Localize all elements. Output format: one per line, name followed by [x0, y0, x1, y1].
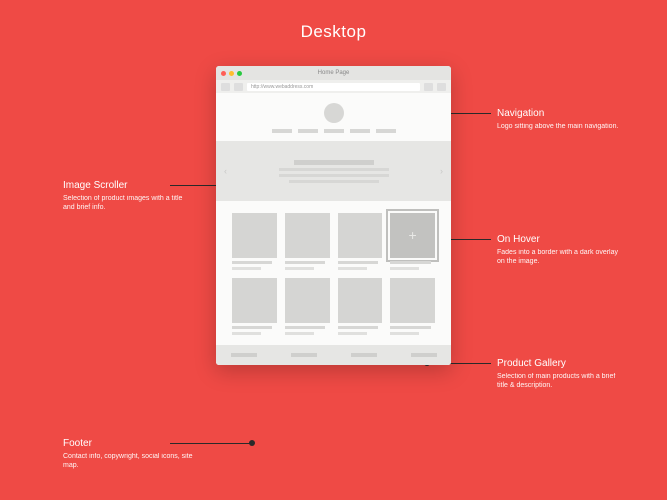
url-field[interactable]: http://www.webaddress.com [247, 83, 420, 91]
plus-icon: + [409, 227, 417, 243]
page-title: Desktop [0, 22, 667, 42]
product-title-placeholder [390, 326, 430, 329]
page-body: ‹ › [216, 93, 451, 365]
product-card[interactable] [232, 213, 277, 270]
annotation-desc: Fades into a border with a dark overlay … [497, 248, 627, 267]
slide [279, 160, 389, 183]
product-thumb [338, 278, 383, 323]
footer-column[interactable] [231, 353, 257, 357]
annotation-on-hover: On Hover Fades into a border with a dark… [497, 234, 627, 267]
window-title: Home Page [216, 70, 451, 76]
slide-text-placeholder [289, 180, 379, 183]
slide-text-placeholder [279, 174, 389, 177]
product-title-placeholder [285, 326, 325, 329]
chevron-right-icon[interactable]: › [440, 166, 443, 176]
chevron-left-icon[interactable]: ‹ [224, 166, 227, 176]
nav-link[interactable] [272, 129, 292, 133]
product-title-placeholder [390, 261, 430, 264]
nav-link[interactable] [376, 129, 396, 133]
site-header [216, 93, 451, 141]
product-desc-placeholder [285, 267, 314, 270]
product-desc-placeholder [390, 267, 419, 270]
slide-text-placeholder [279, 168, 389, 171]
product-thumb [338, 213, 383, 258]
url-bar: http://www.webaddress.com [216, 80, 451, 93]
annotation-desc: Selection of product images with a title… [63, 194, 193, 213]
product-desc-placeholder [232, 332, 261, 335]
annotation-desc: Logo sitting above the main navigation. [497, 122, 627, 131]
window-titlebar: Home Page [216, 66, 451, 80]
logo[interactable] [324, 103, 344, 123]
footer-column[interactable] [351, 353, 377, 357]
product-desc-placeholder [285, 332, 314, 335]
product-thumb [232, 213, 277, 258]
product-desc-placeholder [232, 267, 261, 270]
product-card[interactable] [338, 213, 383, 270]
annotation-title: Navigation [497, 108, 627, 119]
bookmark-button[interactable] [424, 83, 433, 91]
annotation-desc: Selection of main products with a brief … [497, 372, 627, 391]
product-thumb [285, 213, 330, 258]
nav-link[interactable] [324, 129, 344, 133]
product-card[interactable] [232, 278, 277, 335]
footer-column[interactable] [411, 353, 437, 357]
nav-link[interactable] [298, 129, 318, 133]
product-thumb [232, 278, 277, 323]
product-title-placeholder [285, 261, 325, 264]
back-button[interactable] [221, 83, 230, 91]
annotation-desc: Contact info, copywright, social icons, … [63, 452, 193, 471]
product-thumb [390, 278, 435, 323]
nav-link[interactable] [350, 129, 370, 133]
slide-title-placeholder [294, 160, 374, 165]
annotation-title: Product Gallery [497, 358, 627, 369]
main-nav [272, 129, 396, 133]
forward-button[interactable] [234, 83, 243, 91]
menu-button[interactable] [437, 83, 446, 91]
browser-window: Home Page http://www.webaddress.com ‹ [216, 66, 451, 365]
product-title-placeholder [338, 326, 378, 329]
product-card[interactable] [285, 278, 330, 335]
product-desc-placeholder [338, 267, 367, 270]
product-title-placeholder [232, 261, 272, 264]
product-card[interactable] [338, 278, 383, 335]
product-title-placeholder [232, 326, 272, 329]
annotation-navigation: Navigation Logo sitting above the main n… [497, 108, 627, 131]
image-scroller: ‹ › [216, 141, 451, 201]
product-card[interactable] [285, 213, 330, 270]
annotation-product-gallery: Product Gallery Selection of main produc… [497, 358, 627, 391]
product-card[interactable] [390, 278, 435, 335]
annotation-title: On Hover [497, 234, 627, 245]
footer-column[interactable] [291, 353, 317, 357]
connector-line [170, 443, 252, 444]
product-desc-placeholder [390, 332, 419, 335]
product-title-placeholder [338, 261, 378, 264]
product-card-hover[interactable]: + [390, 213, 435, 270]
product-thumb [285, 278, 330, 323]
product-thumb-hover: + [390, 213, 435, 258]
product-desc-placeholder [338, 332, 367, 335]
product-gallery: + [216, 201, 451, 345]
site-footer [216, 345, 451, 365]
